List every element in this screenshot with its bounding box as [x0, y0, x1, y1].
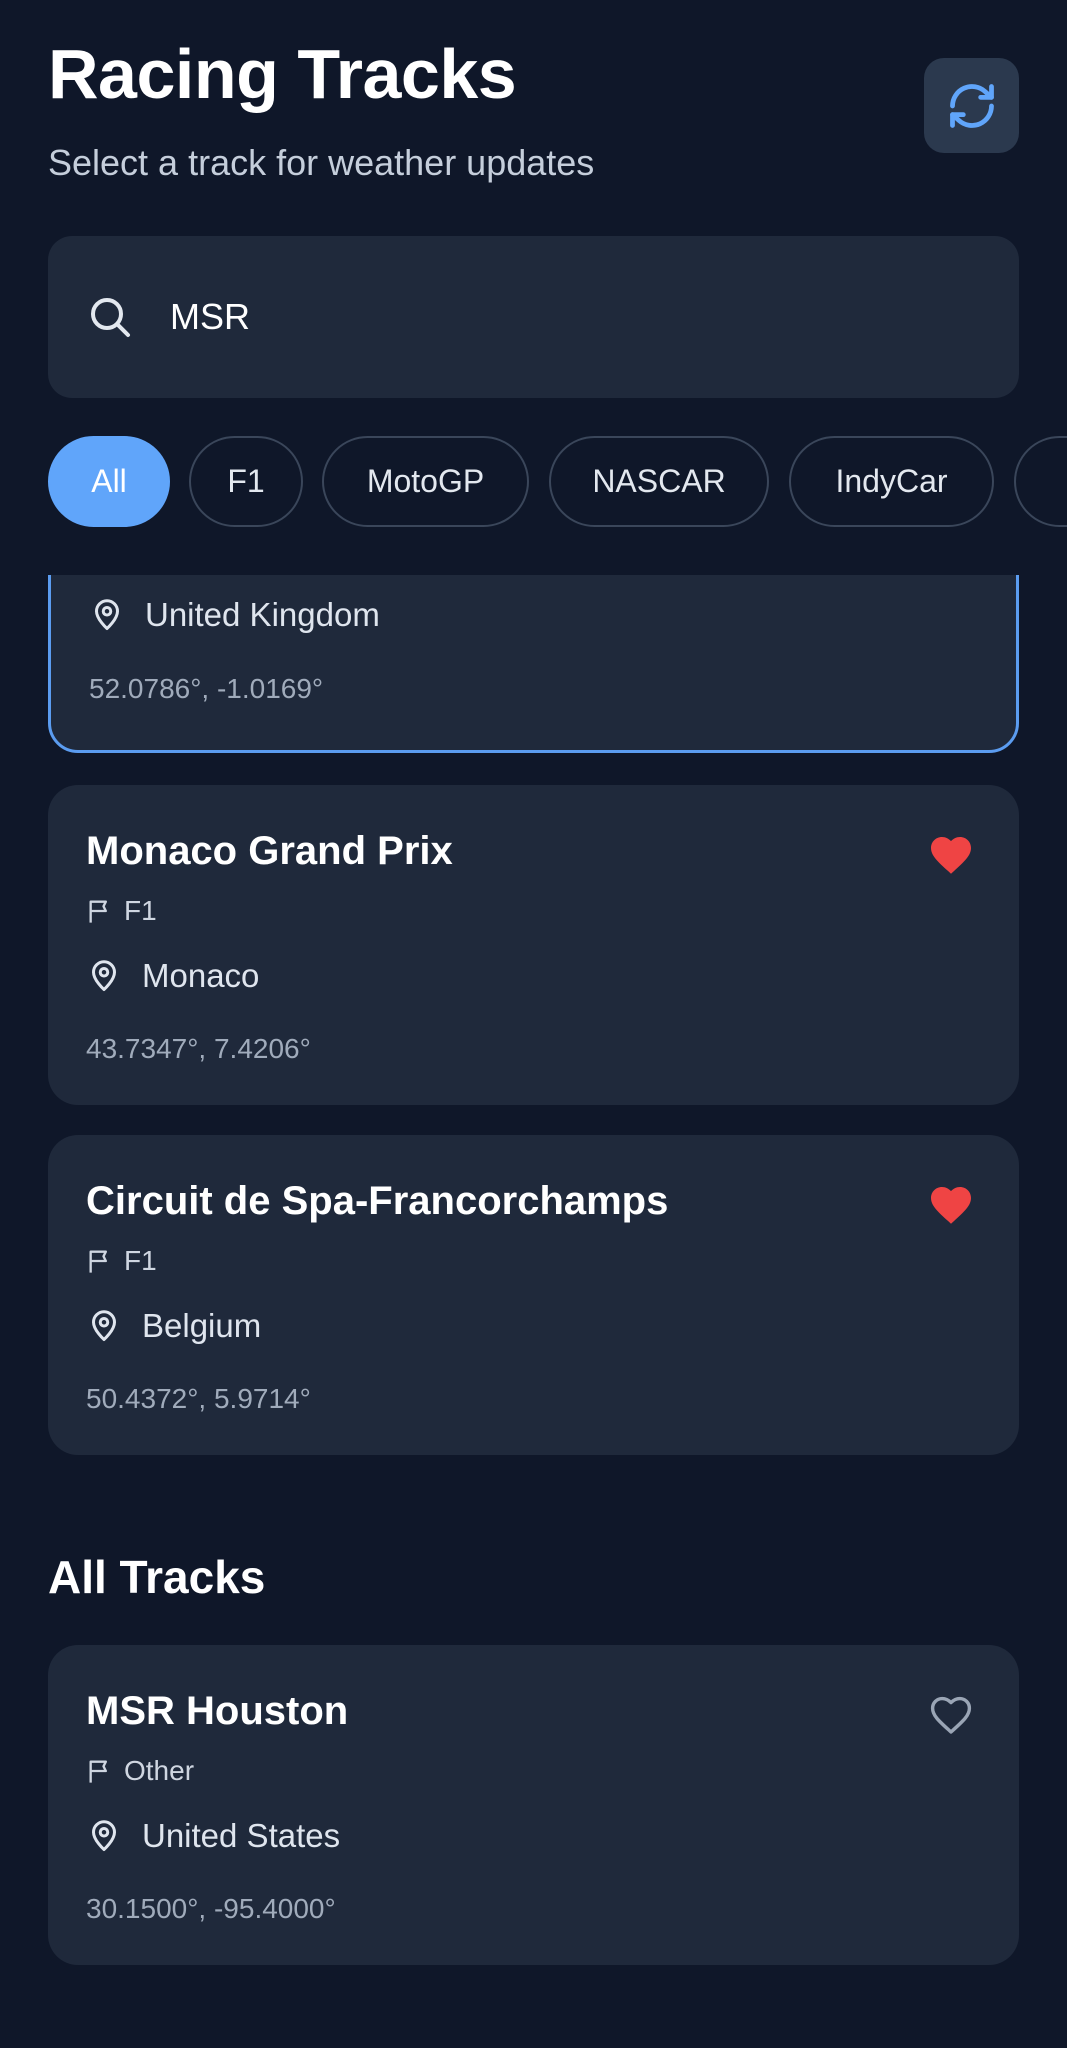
- track-series-label: F1: [124, 895, 157, 926]
- track-card-monaco[interactable]: Monaco Grand Prix F1 Monaco 43.7347°, 7.…: [48, 785, 1019, 1105]
- search-input[interactable]: MSR: [170, 296, 250, 338]
- track-location-label: Belgium: [142, 1307, 262, 1344]
- search-icon: [86, 293, 134, 341]
- heart-filled-icon[interactable]: [927, 831, 975, 879]
- flag-icon: [86, 1757, 114, 1785]
- track-location: United States: [86, 1817, 340, 1855]
- filter-chip-all[interactable]: All: [48, 436, 170, 527]
- flag-icon: [86, 897, 114, 925]
- track-location-label: United Kingdom: [145, 596, 380, 633]
- racing-tracks-screen: Racing Tracks Select a track for weather…: [0, 0, 1067, 2048]
- track-series-label: F1: [124, 1245, 157, 1276]
- location-pin-icon: [86, 1818, 122, 1854]
- page-subtitle: Select a track for weather updates: [48, 142, 595, 183]
- track-list[interactable]: United Kingdom 52.0786°, -1.0169° Monaco…: [0, 575, 1067, 2048]
- filter-chip-motogp[interactable]: MotoGP: [322, 436, 529, 527]
- track-location: Monaco: [86, 957, 259, 995]
- heart-filled-icon[interactable]: [927, 1181, 975, 1229]
- refresh-icon: [946, 80, 998, 132]
- flag-icon: [86, 1247, 114, 1275]
- filter-chip-nascar[interactable]: NASCAR: [549, 436, 769, 527]
- track-series: F1: [86, 895, 157, 927]
- track-location: Belgium: [86, 1307, 261, 1345]
- track-series-label: Other: [124, 1755, 195, 1786]
- search-field[interactable]: MSR: [48, 236, 1019, 398]
- track-card-selected[interactable]: United Kingdom 52.0786°, -1.0169°: [48, 575, 1019, 753]
- track-coords: 50.4372°, 5.9714°: [86, 1383, 311, 1414]
- track-name: Monaco Grand Prix: [86, 829, 453, 873]
- filter-chips: All F1 MotoGP NASCAR IndyCar: [48, 436, 1067, 529]
- page-title: Racing Tracks: [48, 35, 517, 113]
- track-series: Other: [86, 1755, 194, 1787]
- heart-outline-icon[interactable]: [927, 1691, 975, 1739]
- track-card-msr-houston[interactable]: MSR Houston Other United States 30.1500°…: [48, 1645, 1019, 1965]
- refresh-button[interactable]: [924, 58, 1019, 153]
- filter-chip-indycar[interactable]: IndyCar: [789, 436, 994, 527]
- track-series: F1: [86, 1245, 157, 1277]
- filter-chip-f1[interactable]: F1: [189, 436, 303, 527]
- section-title-all-tracks: All Tracks: [48, 1551, 266, 1603]
- track-coords: 43.7347°, 7.4206°: [86, 1033, 311, 1064]
- track-coords: 30.1500°, -95.4000°: [86, 1893, 336, 1924]
- location-pin-icon: [89, 597, 125, 633]
- track-location: United Kingdom: [89, 596, 380, 634]
- track-coords: 52.0786°, -1.0169°: [89, 673, 324, 704]
- track-card-spa[interactable]: Circuit de Spa-Francorchamps F1 Belgium: [48, 1135, 1019, 1455]
- track-name: Circuit de Spa-Francorchamps: [86, 1179, 669, 1223]
- location-pin-icon: [86, 1308, 122, 1344]
- filter-chip-partial[interactable]: [1014, 436, 1067, 527]
- track-name: MSR Houston: [86, 1689, 349, 1733]
- location-pin-icon: [86, 958, 122, 994]
- track-location-label: United States: [142, 1817, 341, 1854]
- track-location-label: Monaco: [142, 957, 260, 994]
